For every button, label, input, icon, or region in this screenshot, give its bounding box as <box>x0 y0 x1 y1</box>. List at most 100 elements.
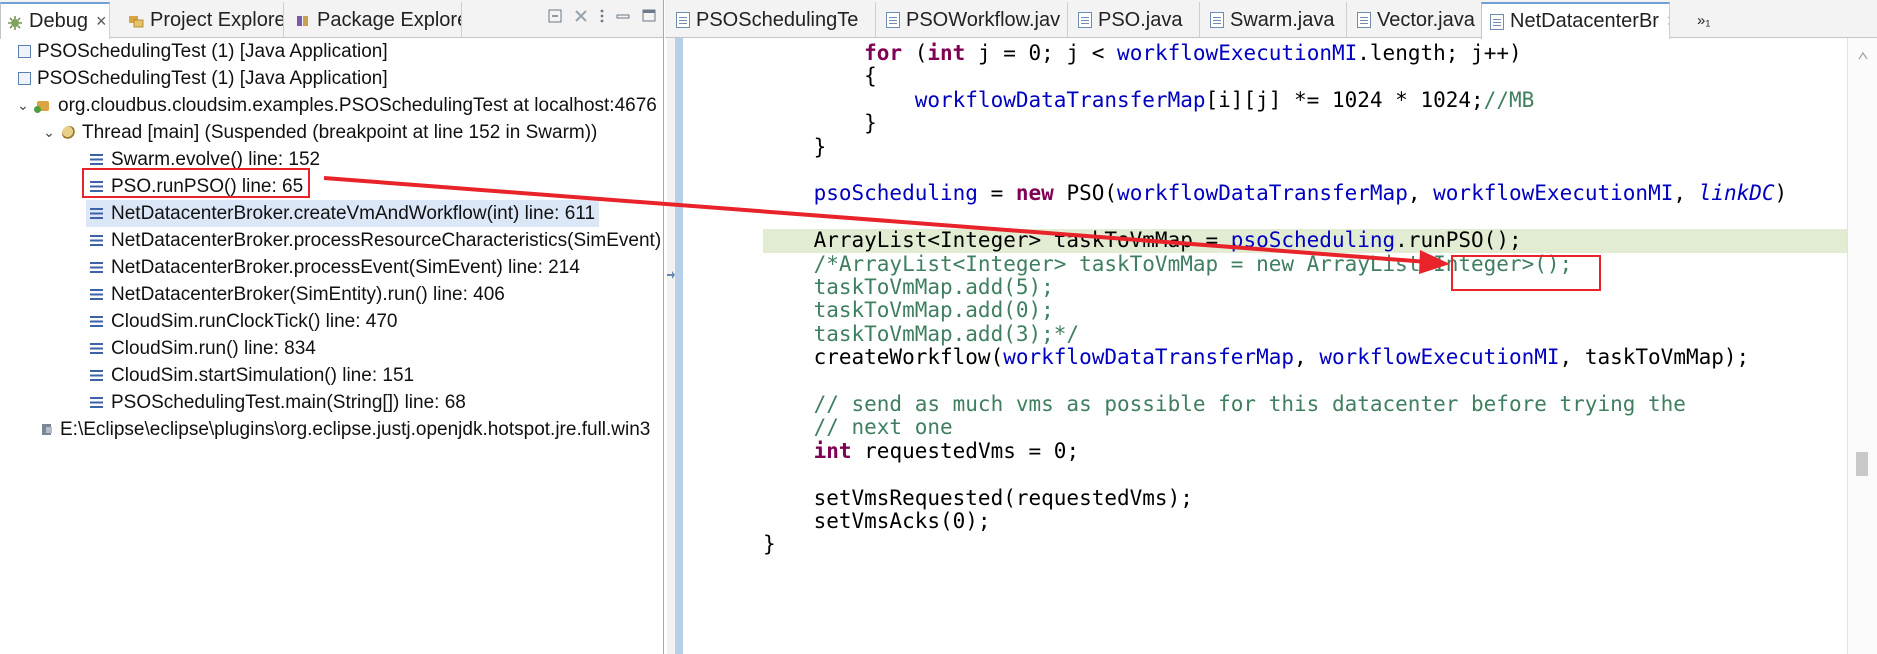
code-line[interactable]: 609 psoScheduling = new PSO(workflowData… <box>763 181 1847 206</box>
minimize-icon[interactable] <box>615 8 631 28</box>
stack-frame-selected[interactable]: NetDatacenterBroker.createVmAndWorkflow(… <box>86 200 600 227</box>
maximize-icon[interactable] <box>641 8 657 28</box>
stack-frame-label: PSOSchedulingTest.main(String[]) line: 6… <box>111 392 466 413</box>
code-line[interactable]: 612 /*ArrayList<Integer> taskToVmMap = n… <box>763 252 1847 276</box>
stack-frame[interactable]: NetDatacenterBroker.processEvent(SimEven… <box>90 254 580 281</box>
code-line[interactable]: 619 // next one <box>763 416 1847 439</box>
code-text: setVmsAcks(0); <box>763 509 991 533</box>
tree-item-jvm[interactable]: E:\Eclipse\eclipse\plugins\org.eclipse.j… <box>40 416 650 443</box>
scrollbar-thumb[interactable] <box>1856 452 1868 476</box>
remove-terminated-icon[interactable] <box>573 8 589 28</box>
code-line[interactable]: 622 setVmsRequested(requestedVms); <box>763 485 1847 510</box>
code-line[interactable]: 603 for (int j = 0; j < workflowExecutio… <box>763 41 1847 65</box>
debug-view-tabbar: Debug × Project Explorer Package Explore… <box>0 0 663 39</box>
code-line[interactable]: 610 <box>763 206 1847 229</box>
tree-item-launch[interactable]: PSOSchedulingTest (1) [Java Application] <box>18 65 388 92</box>
project-explorer-icon <box>128 12 144 28</box>
stack-frame[interactable]: CloudSim.startSimulation() line: 151 <box>90 362 414 389</box>
tab-debug[interactable]: Debug × <box>0 2 110 39</box>
tab-project-explorer[interactable]: Project Explorer <box>112 2 284 38</box>
code-line[interactable]: 618 // send as much vms as possible for … <box>763 392 1847 416</box>
more-tabs-button[interactable]: »₁ <box>1697 2 1733 38</box>
stack-frame[interactable]: PSO.runPSO() line: 65 <box>90 173 303 200</box>
view-menu-icon[interactable] <box>599 8 605 28</box>
code-line[interactable]: 621 <box>763 463 1847 486</box>
collapse-all-icon[interactable] <box>547 8 563 28</box>
stack-frame[interactable]: NetDatacenterBroker.processResourceChara… <box>90 227 661 254</box>
editor-tab-active[interactable]: NetDatacenterBr × <box>1481 2 1670 39</box>
stack-frame-icon <box>90 154 103 165</box>
stack-frame-icon <box>90 208 103 219</box>
tree-item-thread[interactable]: ⌄ Thread [main] (Suspended (breakpoint a… <box>40 119 597 146</box>
code-text: workflowDataTransferMap[i][j] *= 1024 * … <box>914 87 1535 112</box>
code-line[interactable]: 616 createWorkflow(workflowDataTransferM… <box>763 345 1847 369</box>
code-line[interactable]: 624} <box>763 532 1847 557</box>
debug-target-icon <box>34 98 52 114</box>
more-tabs-label: »₁ <box>1697 11 1711 29</box>
java-file-icon <box>1490 13 1504 30</box>
code-line[interactable]: 606 } <box>763 111 1847 136</box>
stack-frame-label: PSO.runPSO() line: 65 <box>111 176 304 197</box>
java-editor: PSOSchedulingTe PSOWorkflow.jav PSO.java… <box>665 0 1877 654</box>
tab-label: Debug <box>29 10 88 32</box>
java-app-icon <box>18 45 31 58</box>
code-text: ArrayList<Integer> taskToVmMap = psoSche… <box>763 228 1522 253</box>
code-text: } <box>763 134 827 159</box>
code-line[interactable]: 620 int requestedVms = 0; <box>763 439 1847 463</box>
tree-item-label: org.cloudbus.cloudsim.examples.PSOSchedu… <box>58 95 657 116</box>
stack-frame[interactable]: CloudSim.runClockTick() line: 470 <box>90 308 398 335</box>
code-text: { <box>763 64 877 89</box>
tree-item-target[interactable]: ⌄ org.cloudbus.cloudsim.examples.PSOSche… <box>14 92 657 119</box>
editor-tab[interactable]: Swarm.java <box>1202 2 1347 38</box>
stack-frame-label: NetDatacenterBroker.processResourceChara… <box>111 230 662 251</box>
close-icon[interactable]: × <box>1667 11 1669 32</box>
stack-frame[interactable]: PSOSchedulingTest.main(String[]) line: 6… <box>90 389 466 416</box>
editor-tab[interactable]: PSOSchedulingTe <box>668 2 876 38</box>
code-line[interactable]: 614 taskToVmMap.add(0); <box>763 299 1847 322</box>
view-toolbar <box>547 4 657 32</box>
stack-frame-icon <box>90 289 103 300</box>
code-text: setVmsRequested(requestedVms); <box>763 485 1193 510</box>
code-line[interactable]: 617 <box>763 370 1847 393</box>
java-file-icon <box>1357 12 1371 28</box>
editor-tab[interactable]: PSO.java <box>1070 2 1200 38</box>
chevron-down-icon[interactable]: ⌄ <box>14 92 32 119</box>
close-icon[interactable]: × <box>96 11 107 32</box>
code-text: } <box>763 532 776 557</box>
package-explorer-icon <box>295 12 311 28</box>
stack-frame[interactable]: NetDatacenterBroker(SimEntity).run() lin… <box>90 281 505 308</box>
code-area[interactable]: 603 for (int j = 0; j < workflowExecutio… <box>763 38 1847 654</box>
tab-label: Project Explorer <box>150 8 284 31</box>
debug-icon <box>7 14 23 30</box>
java-file-icon <box>886 12 900 28</box>
code-text: psoScheduling = new PSO(workflowDataTran… <box>813 181 1788 206</box>
vertical-scrollbar[interactable] <box>1847 38 1877 654</box>
tab-package-explorer[interactable]: Package Explorer <box>287 2 462 38</box>
editor-tab[interactable]: Vector.java <box>1349 2 1494 38</box>
java-app-icon <box>18 72 31 85</box>
code-line[interactable]: 613 taskToVmMap.add(5); <box>763 275 1847 299</box>
stack-frame-icon <box>90 235 103 246</box>
code-text: } <box>763 111 877 136</box>
tab-label: Package Explorer <box>317 8 462 31</box>
overview-ruler-icon <box>1858 48 1868 60</box>
code-line[interactable]: 623 setVmsAcks(0); <box>763 509 1847 533</box>
code-line[interactable]: 607 } <box>763 134 1847 159</box>
editor-tab-label: PSOSchedulingTe <box>696 8 859 31</box>
code-line[interactable]: 608 <box>763 159 1847 182</box>
eclipse-window: Debug × Project Explorer Package Explore… <box>0 0 1877 654</box>
code-text: for (int j = 0; j < workflowExecutionMI.… <box>864 41 1522 65</box>
code-line[interactable]: 604 { <box>763 64 1847 89</box>
tree-item-label: E:\Eclipse\eclipse\plugins\org.eclipse.j… <box>60 419 651 440</box>
stack-frame-icon <box>90 397 103 408</box>
editor-tab[interactable]: PSOWorkflow.jav <box>878 2 1068 38</box>
code-line-current[interactable]: 611 ArrayList<Integer> taskToVmMap = pso… <box>763 228 1847 253</box>
code-line[interactable]: 605 workflowDataTransferMap[i][j] *= 102… <box>763 87 1847 112</box>
tree-item-launch[interactable]: PSOSchedulingTest (1) [Java Application] <box>18 38 388 65</box>
stack-frame[interactable]: Swarm.evolve() line: 152 <box>90 146 320 173</box>
tree-item-label: PSOSchedulingTest (1) [Java Application] <box>37 41 388 62</box>
stack-frame[interactable]: CloudSim.run() line: 834 <box>90 335 316 362</box>
annotation-ruler <box>667 38 675 654</box>
code-line[interactable]: 615 taskToVmMap.add(3);*/ <box>763 322 1847 346</box>
chevron-down-icon[interactable]: ⌄ <box>40 119 58 146</box>
